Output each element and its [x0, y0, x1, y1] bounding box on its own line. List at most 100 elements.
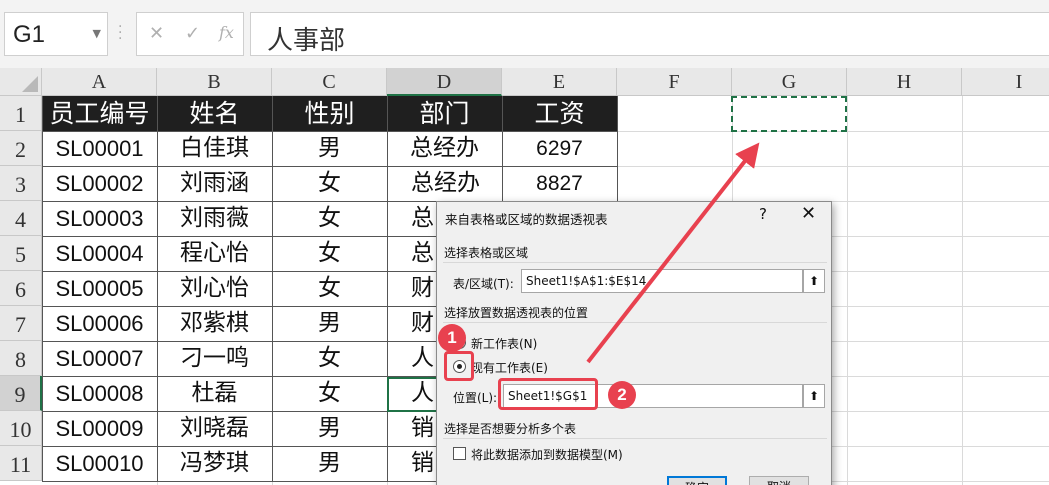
divider: [443, 438, 827, 439]
function-icon[interactable]: fx: [219, 23, 234, 42]
table-cell[interactable]: 总经办: [387, 166, 502, 201]
row-header-9[interactable]: 9: [0, 376, 42, 411]
table-cell[interactable]: SL00006: [42, 306, 157, 341]
table-header-cell[interactable]: 员工编号: [42, 96, 157, 131]
table-cell[interactable]: 6297: [502, 131, 617, 166]
table-cell[interactable]: 8827: [502, 166, 617, 201]
table-border: [42, 131, 617, 132]
row-header-7[interactable]: 7: [0, 306, 42, 341]
table-cell[interactable]: SL00007: [42, 341, 157, 376]
table-cell[interactable]: SL00008: [42, 376, 157, 411]
dialog-title: 来自表格或区域的数据透视表: [445, 212, 608, 227]
divider: [443, 322, 827, 323]
table-cell[interactable]: 刁一鸣: [157, 341, 272, 376]
table-cell[interactable]: SL00004: [42, 236, 157, 271]
collapse-dialog-icon[interactable]: ⬆: [803, 269, 825, 293]
select-all-button[interactable]: [0, 68, 42, 96]
table-cell[interactable]: 冯梦琪: [157, 446, 272, 481]
table-cell[interactable]: 女: [272, 271, 387, 306]
table-cell[interactable]: 邓紫棋: [157, 306, 272, 341]
table-cell[interactable]: 刘雨涵: [157, 166, 272, 201]
formula-input[interactable]: 人事部: [250, 12, 1049, 56]
row-header-1[interactable]: 1: [0, 96, 42, 131]
row-header-8[interactable]: 8: [0, 341, 42, 376]
table-cell[interactable]: SL00003: [42, 201, 157, 236]
table-cell[interactable]: 女: [272, 341, 387, 376]
table-header-cell[interactable]: 性别: [272, 96, 387, 131]
table-cell[interactable]: 男: [272, 446, 387, 481]
datamodel-checkbox[interactable]: [453, 447, 466, 460]
table-cell[interactable]: SL00009: [42, 411, 157, 446]
column-header-i[interactable]: I: [962, 68, 1049, 96]
row-header-4[interactable]: 4: [0, 201, 42, 236]
table-cell[interactable]: 白佳琪: [157, 131, 272, 166]
table-border: [157, 96, 158, 481]
table-border: [387, 96, 388, 481]
table-cell[interactable]: SL00002: [42, 166, 157, 201]
table-cell[interactable]: SL00005: [42, 271, 157, 306]
table-cell[interactable]: 女: [272, 201, 387, 236]
section-multiple-tables: 选择是否想要分析多个表: [444, 422, 577, 436]
table-cell[interactable]: 刘雨薇: [157, 201, 272, 236]
column-header-e[interactable]: E: [502, 68, 617, 96]
section-table-range: 选择表格或区域: [444, 246, 529, 260]
name-box[interactable]: G1 ▼: [4, 12, 108, 56]
cancel-icon[interactable]: ✕: [149, 23, 164, 44]
formula-bar: G1 ▼ · · · ✕ ✓ fx 人事部: [0, 0, 1049, 68]
table-cell[interactable]: 刘心怡: [157, 271, 272, 306]
row-header-3[interactable]: 3: [0, 166, 42, 201]
help-icon[interactable]: ?: [759, 205, 767, 223]
table-cell[interactable]: 男: [272, 411, 387, 446]
ok-button[interactable]: 确定: [667, 476, 727, 485]
table-header-cell[interactable]: 工资: [502, 96, 617, 131]
table-border: [42, 96, 43, 481]
table-border: [272, 96, 273, 481]
row-header-11[interactable]: 11: [0, 446, 42, 481]
table-cell[interactable]: 刘晓磊: [157, 411, 272, 446]
table-cell[interactable]: 总经办: [387, 131, 502, 166]
close-icon[interactable]: ✕: [801, 203, 816, 224]
cancel-button[interactable]: 取消: [749, 476, 809, 485]
enter-icon[interactable]: ✓: [185, 23, 200, 44]
collapse-dialog-icon[interactable]: ⬆: [803, 384, 825, 408]
row-header-5[interactable]: 5: [0, 236, 42, 271]
table-cell[interactable]: SL00001: [42, 131, 157, 166]
table-header-cell[interactable]: 姓名: [157, 96, 272, 131]
radio-existing-worksheet-label: 现有工作表(E): [471, 361, 548, 375]
column-header-d[interactable]: D: [387, 68, 502, 96]
column-header-h[interactable]: H: [847, 68, 962, 96]
gridline: [962, 96, 963, 485]
range-input[interactable]: Sheet1!$A$1:$E$14: [521, 269, 803, 293]
column-header-a[interactable]: A: [42, 68, 157, 96]
annotation-box-1: [444, 351, 474, 381]
table-cell[interactable]: 杜磊: [157, 376, 272, 411]
location-label: 位置(L):: [453, 391, 498, 405]
annotation-badge-2: 2: [608, 381, 636, 409]
range-label: 表/区域(T):: [453, 277, 514, 291]
column-header-f[interactable]: F: [617, 68, 732, 96]
table-cell[interactable]: 程心怡: [157, 236, 272, 271]
pivot-table-dialog: 来自表格或区域的数据透视表 ? ✕ 选择表格或区域 表/区域(T): Sheet…: [436, 201, 832, 485]
gridline: [847, 96, 848, 485]
name-box-value: G1: [13, 21, 46, 48]
selection-marquee: [731, 96, 847, 132]
radio-new-worksheet-label: 新工作表(N): [471, 337, 538, 351]
table-header-cell[interactable]: 部门: [387, 96, 502, 131]
column-header-b[interactable]: B: [157, 68, 272, 96]
annotation-badge-1: 1: [438, 324, 466, 352]
table-cell[interactable]: 男: [272, 306, 387, 341]
annotation-box-2: [498, 378, 598, 410]
datamodel-label: 将此数据添加到数据模型(M): [471, 448, 623, 462]
column-header-c[interactable]: C: [272, 68, 387, 96]
table-cell[interactable]: 女: [272, 236, 387, 271]
row-header-10[interactable]: 10: [0, 411, 42, 446]
table-cell[interactable]: 女: [272, 376, 387, 411]
column-header-g[interactable]: G: [732, 68, 847, 96]
formula-content: 人事部: [267, 26, 346, 56]
table-cell[interactable]: 男: [272, 131, 387, 166]
row-header-2[interactable]: 2: [0, 131, 42, 166]
table-cell[interactable]: 女: [272, 166, 387, 201]
table-cell[interactable]: SL00010: [42, 446, 157, 481]
chevron-down-icon[interactable]: ▼: [93, 27, 101, 40]
row-header-6[interactable]: 6: [0, 271, 42, 306]
